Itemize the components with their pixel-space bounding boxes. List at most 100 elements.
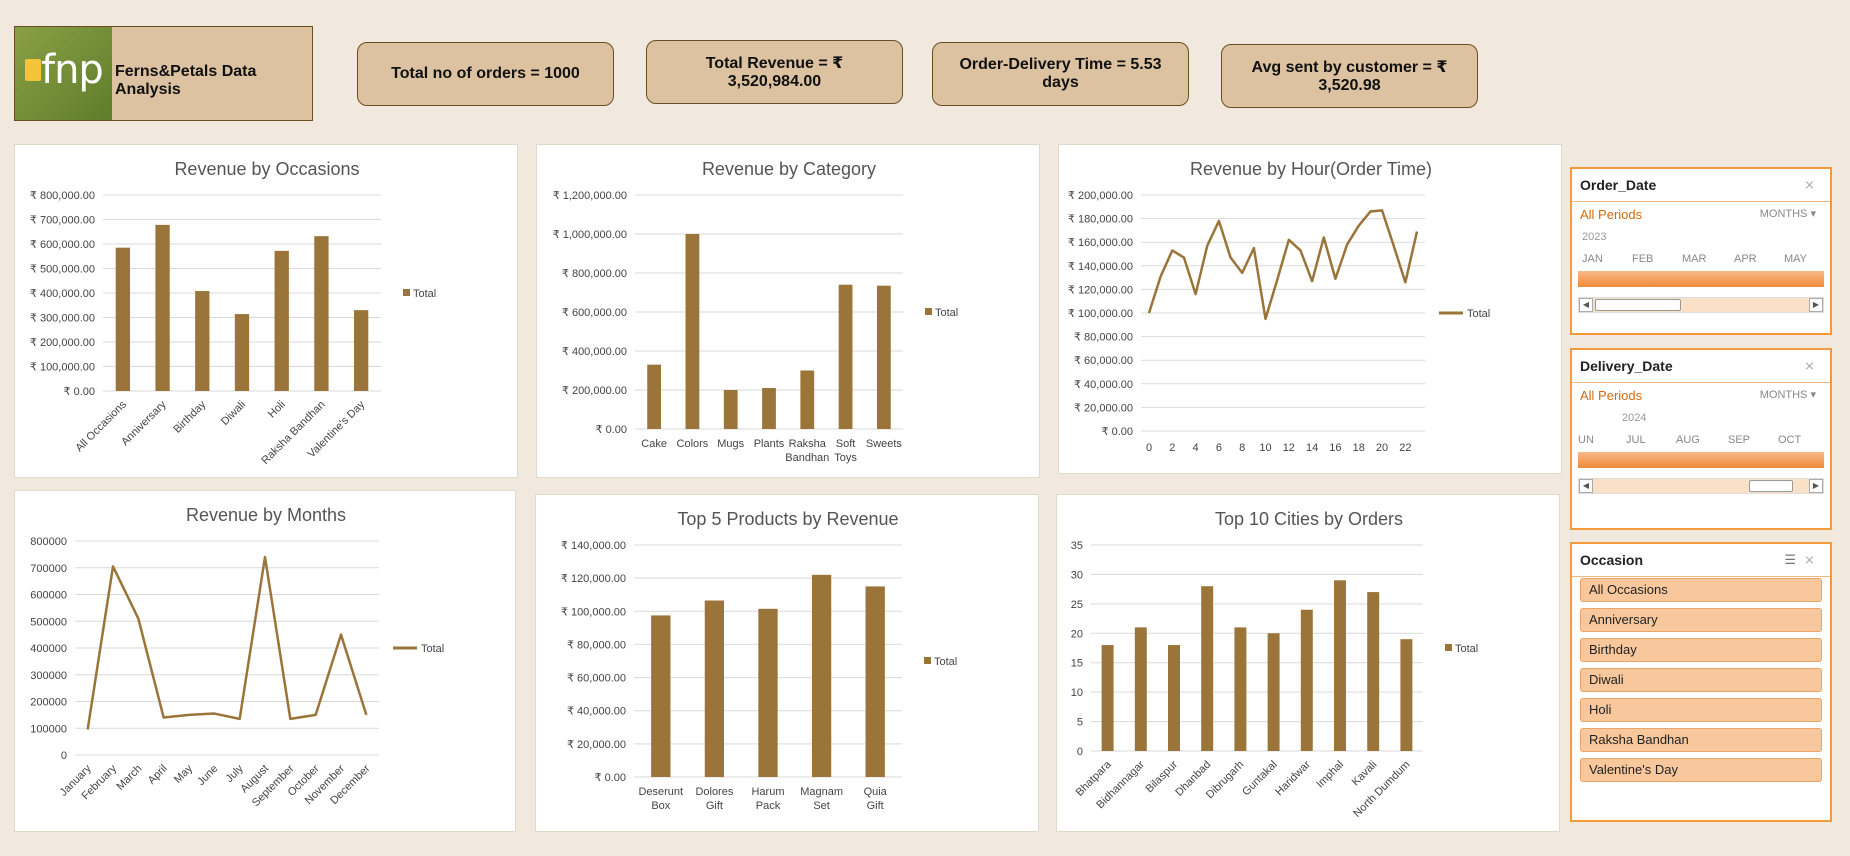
x-tick-label: Quia bbox=[864, 786, 888, 798]
y-tick-label: ₹ 60,000.00 bbox=[567, 673, 626, 685]
bar bbox=[353, 310, 369, 391]
y-tick-label: ₹ 400,000.00 bbox=[30, 288, 95, 300]
occasion-slicer[interactable]: Occasion ☰ ⨯ All Occasions Anniversary B… bbox=[1570, 542, 1832, 822]
chart-panel-hour[interactable]: Revenue by Hour(Order Time) ₹ 0.00 ₹ 20,00… bbox=[1058, 144, 1562, 474]
scroll-left-icon[interactable]: ◀ bbox=[1579, 298, 1593, 312]
chart-title: Revenue by Category bbox=[702, 159, 876, 179]
month-label: MAR bbox=[1682, 253, 1707, 265]
x-tick-label: 0 bbox=[1146, 442, 1152, 454]
chart-title: Revenue by Occasions bbox=[174, 159, 359, 179]
chart-panel-category[interactable]: Revenue by Category ₹ 0.00 ₹ 200,000.00 ₹ 4… bbox=[536, 144, 1040, 478]
chart-panel-cities[interactable]: Top 10 Cities by Orders 0 5 10 15 20 25 30 35 Bha… bbox=[1056, 494, 1560, 832]
clear-filter-icon[interactable]: ⨯ bbox=[1804, 358, 1820, 373]
multi-select-icon[interactable]: ☰ bbox=[1784, 552, 1796, 568]
bar bbox=[758, 608, 778, 777]
timeline-bar[interactable] bbox=[1578, 452, 1824, 468]
chevron-down-icon: ▾ bbox=[1810, 389, 1816, 401]
x-tick-label: Haridwar bbox=[1273, 758, 1313, 798]
x-tick-label: Box bbox=[651, 800, 670, 812]
x-tick-label: 12 bbox=[1283, 442, 1295, 454]
x-tick-label: Pack bbox=[756, 800, 781, 812]
x-tick-label: Birthday bbox=[171, 398, 208, 435]
chart-title: Revenue by Hour(Order Time) bbox=[1190, 159, 1432, 179]
y-tick-label: ₹ 500,000.00 bbox=[30, 264, 95, 276]
x-tick-label: 4 bbox=[1193, 442, 1199, 454]
slicer-title: Order_Date bbox=[1580, 177, 1657, 193]
y-tick-label: ₹ 80,000.00 bbox=[567, 639, 626, 651]
chart-panel-occasions[interactable]: Revenue by Occasions ₹ 0.00 ₹ 100,000.00 ₹ … bbox=[14, 144, 518, 478]
y-tick-label: ₹ 20,000.00 bbox=[1074, 402, 1133, 414]
occasion-item[interactable]: All Occasions bbox=[1580, 578, 1822, 602]
legend-swatch bbox=[403, 289, 410, 296]
chart-panel-products[interactable]: Top 5 Products by Revenue ₹ 0.00 ₹ 20,000.… bbox=[535, 494, 1039, 832]
chart-panel-months[interactable]: Revenue by Months 0 100000 200000 300000 4000… bbox=[14, 490, 516, 832]
year-label: 2023 bbox=[1582, 231, 1607, 243]
y-tick-label: 200000 bbox=[30, 697, 67, 709]
scroll-thumb[interactable] bbox=[1749, 480, 1793, 492]
scroll-left-icon[interactable]: ◀ bbox=[1579, 479, 1593, 493]
month-label: MAY bbox=[1784, 253, 1808, 265]
x-tick-label: Gift bbox=[867, 800, 884, 812]
legend-swatch bbox=[925, 308, 932, 315]
x-tick-label: Magnam bbox=[800, 786, 843, 798]
month-label: OCT bbox=[1778, 434, 1802, 446]
y-tick-label: 10 bbox=[1071, 687, 1083, 699]
y-tick-label: 15 bbox=[1071, 658, 1083, 670]
chart-title: Top 10 Cities by Orders bbox=[1215, 509, 1403, 529]
month-label: UN bbox=[1578, 434, 1594, 446]
legend-label: Total bbox=[935, 307, 958, 319]
legend-label: Total bbox=[413, 288, 436, 300]
occasion-item[interactable]: Holi bbox=[1580, 698, 1822, 722]
occasion-item[interactable]: Valentine's Day bbox=[1580, 758, 1822, 782]
logo-text: fnp bbox=[41, 47, 104, 93]
x-tick-label: Set bbox=[813, 800, 830, 812]
time-level-dropdown[interactable]: MONTHS ▾ bbox=[1760, 207, 1816, 220]
x-tick-label: March bbox=[114, 763, 144, 793]
y-tick-label: ₹ 200,000.00 bbox=[1068, 190, 1133, 202]
occasion-item[interactable]: Diwali bbox=[1580, 668, 1822, 692]
y-tick-label: 5 bbox=[1077, 717, 1083, 729]
bar bbox=[762, 388, 776, 429]
slicer-title: Delivery_Date bbox=[1580, 358, 1673, 374]
occasion-item[interactable]: Raksha Bandhan bbox=[1580, 728, 1822, 752]
y-tick-label: ₹ 40,000.00 bbox=[567, 706, 626, 718]
scroll-thumb[interactable] bbox=[1595, 299, 1681, 311]
x-tick-label: Raksha bbox=[789, 438, 827, 450]
y-tick-label: ₹ 0.00 bbox=[596, 424, 627, 436]
time-level-dropdown[interactable]: MONTHS ▾ bbox=[1760, 388, 1816, 401]
delivery-date-slicer[interactable]: Delivery_Date ⨯ All Periods MONTHS ▾ 202… bbox=[1570, 348, 1832, 530]
x-tick-label: June bbox=[195, 763, 220, 788]
timeline-scrollbar[interactable]: ◀ ▶ bbox=[1578, 478, 1824, 494]
divider bbox=[1572, 382, 1830, 383]
y-tick-label: 600000 bbox=[30, 590, 67, 602]
x-tick-label: Holi bbox=[266, 399, 288, 421]
time-level-label: MONTHS bbox=[1759, 208, 1808, 220]
occasion-item[interactable]: Birthday bbox=[1580, 638, 1822, 662]
y-tick-label: 35 bbox=[1071, 540, 1083, 552]
period-label: All Periods bbox=[1580, 388, 1643, 403]
legend-swatch bbox=[924, 657, 931, 664]
x-tick-label: 8 bbox=[1239, 442, 1245, 454]
y-tick-label: ₹ 200,000.00 bbox=[30, 337, 95, 349]
bar bbox=[704, 600, 725, 777]
bar bbox=[1267, 633, 1280, 751]
scroll-right-icon[interactable]: ▶ bbox=[1809, 479, 1823, 493]
x-tick-label: Cake bbox=[641, 438, 667, 450]
legend-swatch bbox=[1445, 644, 1452, 651]
timeline-bar[interactable] bbox=[1578, 271, 1824, 287]
timeline-scrollbar[interactable]: ◀ ▶ bbox=[1578, 297, 1824, 313]
x-tick-label: Colors bbox=[677, 438, 709, 450]
year-label: 2024 bbox=[1622, 412, 1647, 424]
bar bbox=[838, 284, 853, 429]
y-tick-label: ₹ 140,000.00 bbox=[561, 540, 626, 552]
occasion-item[interactable]: Anniversary bbox=[1580, 608, 1822, 632]
x-tick-label: Diwali bbox=[219, 399, 248, 428]
y-tick-label: ₹ 180,000.00 bbox=[1068, 214, 1133, 226]
clear-filter-icon[interactable]: ⨯ bbox=[1804, 552, 1820, 567]
y-tick-label: 0 bbox=[61, 750, 67, 762]
scroll-right-icon[interactable]: ▶ bbox=[1809, 298, 1823, 312]
y-tick-label: ₹ 40,000.00 bbox=[1074, 379, 1133, 391]
order-date-slicer[interactable]: Order_Date ⨯ All Periods MONTHS ▾ 2023 J… bbox=[1570, 167, 1832, 335]
y-tick-label: ₹ 80,000.00 bbox=[1074, 332, 1133, 344]
clear-filter-icon[interactable]: ⨯ bbox=[1804, 177, 1820, 192]
